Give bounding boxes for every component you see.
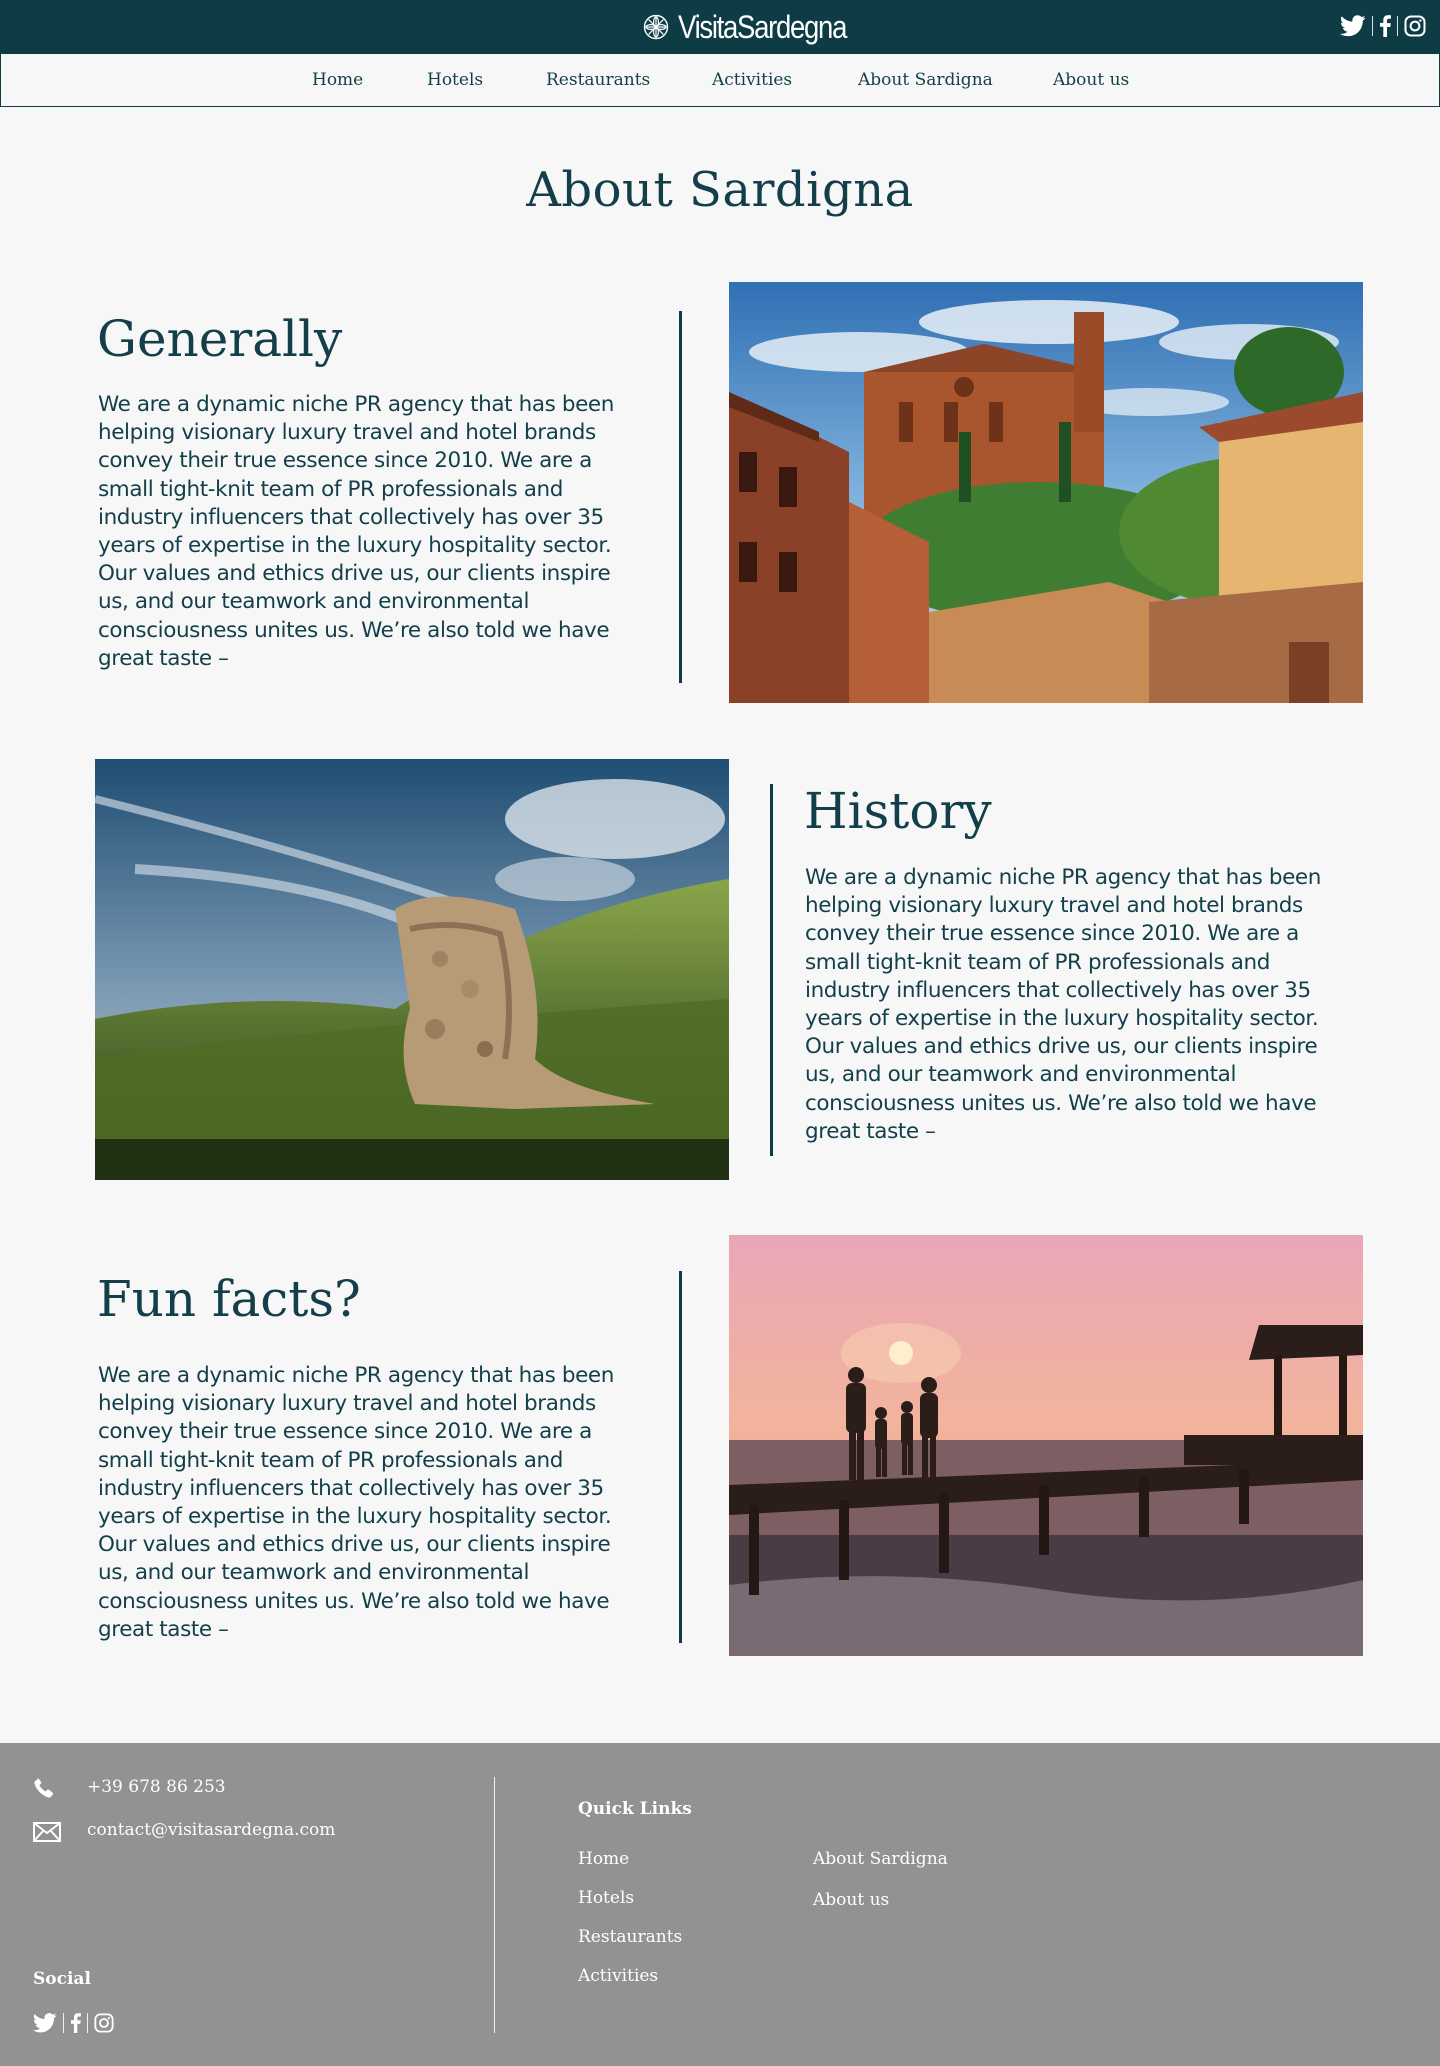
- brand-name: VisitaSardegna: [678, 9, 847, 45]
- header-social-links: [1340, 13, 1426, 39]
- nav-item-hotels[interactable]: Hotels: [427, 54, 483, 106]
- phone-icon: [34, 1778, 54, 1798]
- divider: [1397, 16, 1398, 36]
- section-body-history: We are a dynamic niche PR agency that ha…: [805, 865, 1321, 1144]
- page-title: About Sardigna: [526, 162, 914, 218]
- footer-link-about-us[interactable]: About us: [813, 1890, 889, 1910]
- brand-logo[interactable]: VisitaSardegna: [642, 8, 873, 46]
- mail-icon: [33, 1822, 61, 1842]
- footer-divider: [494, 1777, 495, 2033]
- section-body-fun-facts: We are a dynamic niche PR agency that ha…: [98, 1363, 614, 1642]
- footer: +39 678 86 253 contact@visitasardegna.co…: [0, 1743, 1440, 2066]
- family-sunset-pier-photo: [729, 1235, 1363, 1656]
- main-nav: Home Hotels Restaurants Activities About…: [0, 53, 1440, 107]
- footer-link-about-sardigna[interactable]: About Sardigna: [813, 1849, 948, 1869]
- section-divider: [679, 1271, 682, 1643]
- footer-link-restaurants[interactable]: Restaurants: [578, 1927, 682, 1947]
- footer-link-home[interactable]: Home: [578, 1849, 629, 1869]
- nav-item-home[interactable]: Home: [312, 54, 363, 106]
- twitter-icon[interactable]: [33, 2013, 57, 2033]
- top-bar: VisitaSardegna: [0, 0, 1440, 53]
- twitter-icon[interactable]: [1340, 15, 1366, 37]
- footer-email[interactable]: contact@visitasardegna.com: [87, 1820, 335, 1840]
- section-divider: [679, 311, 682, 683]
- section-body-generally: We are a dynamic niche PR agency that ha…: [98, 392, 614, 671]
- instagram-icon[interactable]: [1404, 15, 1426, 37]
- divider: [87, 2013, 88, 2033]
- footer-social-links: [33, 2011, 114, 2035]
- nav-item-restaurants[interactable]: Restaurants: [546, 54, 650, 106]
- quick-links-heading: Quick Links: [578, 1799, 692, 1819]
- footer-social-heading: Social: [33, 1969, 91, 1989]
- compass-logo-icon: [643, 14, 669, 40]
- stone-ruin-landscape-photo: [95, 759, 729, 1180]
- nav-item-activities[interactable]: Activities: [712, 54, 792, 106]
- section-heading-generally: Generally: [97, 310, 343, 368]
- nav-item-about-us[interactable]: About us: [1053, 54, 1129, 106]
- instagram-icon[interactable]: [94, 2013, 114, 2033]
- section-heading-history: History: [804, 782, 992, 840]
- facebook-icon[interactable]: [1379, 15, 1391, 37]
- nav-item-about-sardigna[interactable]: About Sardigna: [858, 54, 993, 106]
- footer-link-activities[interactable]: Activities: [578, 1966, 658, 1986]
- facebook-icon[interactable]: [70, 2013, 81, 2033]
- footer-link-hotels[interactable]: Hotels: [578, 1888, 634, 1908]
- footer-phone[interactable]: +39 678 86 253: [87, 1777, 226, 1797]
- section-divider: [770, 784, 773, 1156]
- section-heading-fun-facts: Fun facts?: [97, 1270, 361, 1328]
- divider: [63, 2013, 64, 2033]
- siena-town-photo: [729, 282, 1363, 703]
- divider: [1372, 16, 1373, 36]
